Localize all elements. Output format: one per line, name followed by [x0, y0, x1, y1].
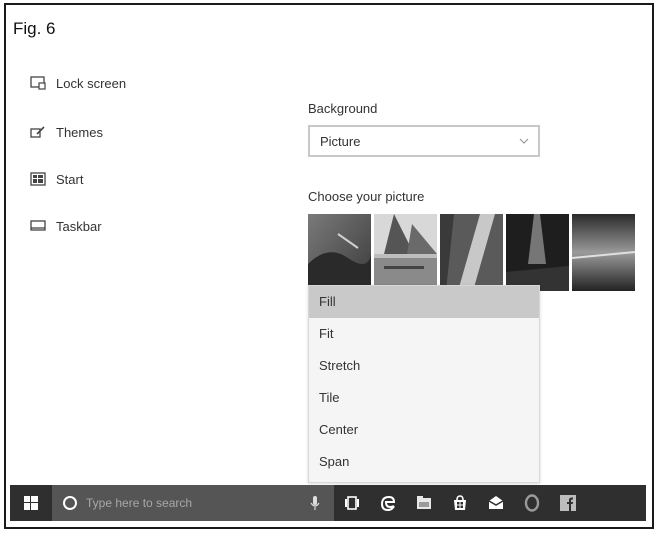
background-label: Background: [308, 101, 378, 116]
sidebar-item-lock-screen[interactable]: Lock screen: [30, 72, 126, 94]
themes-icon: [30, 125, 46, 139]
start-icon: [30, 172, 46, 186]
store-icon[interactable]: [442, 485, 478, 521]
sidebar-item-label: Taskbar: [56, 218, 102, 234]
dropdown-option-tile[interactable]: Tile: [309, 382, 539, 414]
sidebar-item-start[interactable]: Start: [30, 168, 83, 190]
opera-icon[interactable]: [514, 485, 550, 521]
picture-thumbnail-1[interactable]: [308, 214, 371, 291]
sidebar-item-label: Start: [56, 171, 84, 187]
figure-frame: Fig. 6 Lock screen Themes Start Taskbar …: [4, 3, 654, 529]
file-explorer-icon[interactable]: [406, 485, 442, 521]
search-placeholder: Type here to search: [86, 496, 193, 510]
picture-thumbnail-4[interactable]: [506, 214, 569, 291]
taskbar-icon: [30, 219, 46, 233]
background-select-value: Picture: [320, 133, 361, 149]
choose-picture-label: Choose your picture: [308, 189, 425, 204]
dropdown-option-fill[interactable]: Fill: [309, 286, 539, 318]
dropdown-option-fit[interactable]: Fit: [309, 318, 539, 350]
picture-thumbnails: [308, 214, 635, 291]
search-box[interactable]: Type here to search: [52, 485, 334, 521]
lock-screen-icon: [30, 76, 46, 90]
edge-icon[interactable]: [370, 485, 406, 521]
picture-thumbnail-5[interactable]: [572, 214, 635, 291]
facebook-icon[interactable]: [550, 485, 586, 521]
microphone-icon[interactable]: [310, 495, 320, 511]
chevron-down-icon: [519, 138, 529, 144]
figure-label: Fig. 6: [13, 19, 56, 38]
mail-icon[interactable]: [478, 485, 514, 521]
cortana-icon[interactable]: [62, 495, 78, 511]
task-view-icon[interactable]: [334, 485, 370, 521]
windows-start-icon[interactable]: [10, 485, 52, 521]
sidebar-item-label: Lock screen: [56, 75, 127, 91]
sidebar-item-taskbar[interactable]: Taskbar: [30, 215, 102, 237]
dropdown-option-center[interactable]: Center: [309, 414, 539, 446]
taskbar: Type here to search: [10, 485, 646, 521]
sidebar-item-label: Themes: [56, 124, 103, 140]
fit-dropdown-list: Fill Fit Stretch Tile Center Span: [308, 285, 540, 483]
background-select[interactable]: Picture: [308, 125, 540, 157]
dropdown-option-stretch[interactable]: Stretch: [309, 350, 539, 382]
sidebar-item-themes[interactable]: Themes: [30, 121, 103, 143]
picture-thumbnail-3[interactable]: [440, 214, 503, 291]
picture-thumbnail-2[interactable]: [374, 214, 437, 291]
dropdown-option-span[interactable]: Span: [309, 446, 539, 478]
